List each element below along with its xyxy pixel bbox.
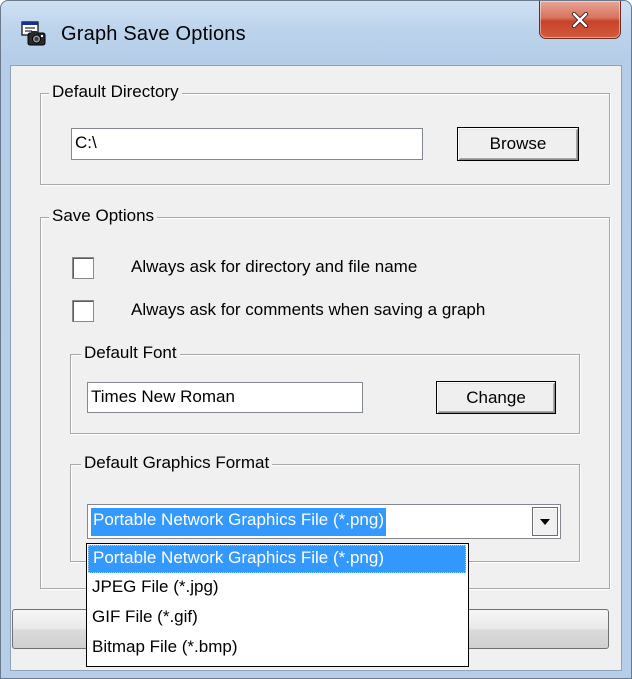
ask-comments-label[interactable]: Always ask for comments when saving a gr…: [131, 300, 485, 320]
window-title: Graph Save Options: [61, 23, 246, 45]
dropdown-option-jpg[interactable]: JPEG File (*.jpg): [88, 575, 466, 603]
dropdown-option-bmp[interactable]: Bitmap File (*.bmp): [88, 635, 466, 663]
dropdown-option-png[interactable]: Portable Network Graphics File (*.png): [88, 545, 466, 573]
close-icon: [571, 11, 589, 28]
graph-save-options-window: Graph Save Options Default Directory C:\…: [0, 0, 632, 679]
ask-directory-checkbox[interactable]: [72, 257, 94, 279]
graphics-format-select[interactable]: Portable Network Graphics File (*.png): [87, 504, 561, 539]
ask-comments-checkbox[interactable]: [72, 300, 94, 322]
graphics-format-dropdown-list[interactable]: Portable Network Graphics File (*.png) J…: [86, 543, 469, 667]
close-button[interactable]: [539, 1, 621, 39]
graphics-format-selected: Portable Network Graphics File (*.png): [91, 508, 387, 536]
chevron-down-icon: [540, 518, 550, 525]
graphics-format-label: Default Graphics Format: [81, 453, 273, 473]
directory-path-input[interactable]: C:\: [71, 128, 423, 160]
save-options-label: Save Options: [49, 206, 158, 226]
default-font-label: Default Font: [81, 343, 180, 363]
default-directory-label: Default Directory: [49, 82, 182, 102]
ask-directory-label[interactable]: Always ask for directory and file name: [131, 257, 417, 277]
dropdown-option-gif[interactable]: GIF File (*.gif): [88, 605, 466, 633]
dropdown-arrow-button[interactable]: [532, 507, 558, 536]
default-font-input[interactable]: Times New Roman: [87, 382, 363, 413]
title-bar[interactable]: Graph Save Options: [1, 1, 631, 65]
change-font-button[interactable]: Change: [436, 381, 556, 414]
app-icon: [21, 21, 46, 46]
browse-button[interactable]: Browse: [457, 127, 579, 161]
